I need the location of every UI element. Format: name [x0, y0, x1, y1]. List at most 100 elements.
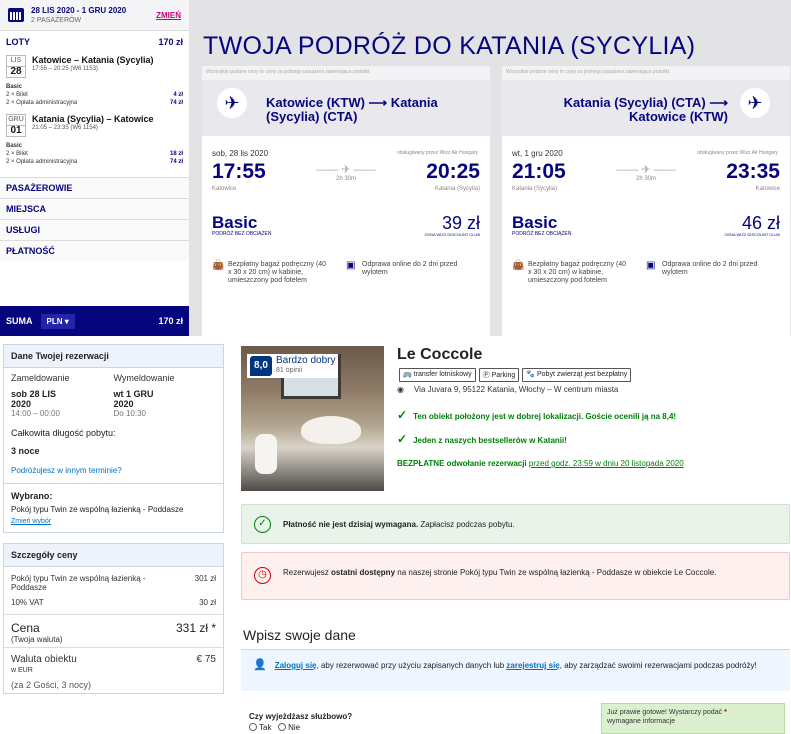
plane-icon: —— ✈ —— [616, 163, 676, 176]
fare-features: 👜 Bezpłatny bagaż podręczny (40 x 30 x 20… [202, 261, 490, 285]
currency-select[interactable]: PLN ▾ [40, 313, 75, 329]
trip-summary-sidebar: 28 LIS 2020 - 1 GRU 2020 2 PASAŻERÓW ZMI… [0, 0, 189, 336]
flights-label: LOTY [6, 37, 30, 47]
payment-info-banner: ✓ Płatność nie jest dzisiaj wymagana. Za… [241, 504, 790, 544]
section-payment[interactable]: PŁATNOŚĆ [0, 240, 189, 261]
wizzair-panel: 28 LIS 2020 - 1 GRU 2020 2 PASAŻERÓW ZMI… [0, 0, 791, 336]
pay-bold: Płatność nie jest dzisiaj wymagana. [283, 519, 419, 529]
free-cancel-until[interactable]: przed godz. 23:59 w dniu 20 listopada 20… [529, 459, 684, 468]
price-row-label: Pokój typu Twin ze wspólną łazienką - Po… [11, 574, 146, 592]
to-city: Katowice [755, 186, 780, 192]
price-row-value: 301 zł [194, 574, 216, 583]
trip-dates: 28 LIS 2020 - 1 GRU 2020 [31, 5, 127, 15]
card-head: Katania (Sycylia) (CTA) ⟶ Katowice (KTW)… [502, 80, 790, 136]
times-row: 21:05 —— ✈ —— 2h 30m 23:35 [502, 158, 790, 186]
pax-count: 2 PASAŻERÓW [31, 16, 82, 24]
fare-row[interactable]: Basic PODRÓŻ BEZ OBCIĄŻEŃ 39 zł CENA WIZZ … [202, 214, 490, 237]
fare-name: Basic [6, 143, 23, 149]
card-route: Katania (Sycylia) (CTA) ⟶ Katowice (KTW) [563, 95, 728, 124]
section-services[interactable]: USŁUGI [0, 219, 189, 240]
length-value: 3 noce [11, 446, 40, 456]
price-sub: CENA WIZZ DISCOUNT CLUB [424, 232, 481, 237]
score-label: Bardzo dobry [276, 355, 336, 366]
tag-pets: 🐾 Pobyt zwierząt jest bezpłatny [522, 368, 632, 382]
change-choice-link[interactable]: Zmień wybór [4, 516, 223, 527]
calendar-icon [8, 8, 24, 22]
flight-card-return[interactable]: Wszystkie podane ceny to ceny za jednego… [502, 66, 790, 336]
bag-icon: 👜 [212, 260, 225, 271]
fare-row[interactable]: Basic PODRÓŻ BEZ OBCIĄŻEŃ 46 zł CENA WIZZ … [502, 214, 790, 237]
checkout-date: wt 1 GRU 2020 [113, 389, 154, 409]
price-label: Cena [11, 621, 40, 635]
warn-bold: ostatni dostępny [331, 568, 396, 577]
user-icon: 👤 [253, 659, 267, 671]
score-badge: 8,0 [250, 356, 272, 376]
trip-header: 28 LIS 2020 - 1 GRU 2020 2 PASAŻERÓW ZMI… [0, 0, 189, 31]
free-cancellation: BEZPŁATNE odwołanie rezerwacji przed god… [397, 459, 684, 468]
flights-row: LOTY 170 zł [0, 31, 189, 53]
flights-total: 170 zł [158, 37, 183, 47]
flight-time: 21:05 – 23:35 (W6 1154) [32, 125, 98, 131]
departure-time: 17:55 [212, 160, 266, 183]
flight-time: 17:55 – 20:25 (W6 1153) [32, 66, 98, 72]
fare-features: 👜 Bezpłatny bagaż podręczny (40 x 30 x 20… [502, 261, 790, 285]
duration: 2h 30m [635, 175, 656, 182]
sum-total: 170 zł [158, 316, 183, 326]
fare-name: Basic [212, 213, 258, 232]
sum-label: SUMA [6, 316, 33, 326]
flight-route: Katania (Sycylia) – Katowice [32, 114, 154, 124]
radio-no[interactable]: Nie [278, 723, 300, 732]
hotel-address: ◉ Via Juvara 9, 95122 Katania, Włochy – W… [397, 385, 619, 394]
hotel-photo[interactable]: 8,0 Bardzo dobry 81 opinii [241, 346, 384, 491]
date-badge: GRU 01 [6, 114, 26, 137]
location-pin-icon: ◉ [397, 385, 404, 394]
fare-price: 39 zł [441, 213, 480, 233]
free-cancel-label: BEZPŁATNE odwołanie rezerwacji [397, 459, 527, 468]
change-trip-link[interactable]: ZMIEŃ [156, 11, 181, 20]
chosen-room: Pokój typu Twin ze wspólną łazienką - Po… [11, 505, 184, 514]
login-link[interactable]: Zaloguj się [275, 661, 317, 670]
chosen-label: Wybrano: [11, 491, 53, 501]
flight-return-lines: Basic 2 × Bilet 18 zł 2 × Opłata administ… [6, 143, 183, 165]
review-count: 81 opinii [276, 367, 303, 374]
almost-done-box: Już prawie gotowe! Wystarczy podać * wyma… [601, 703, 785, 734]
checkin-text: Odprawa online do 2 dni przed wylotem [662, 261, 758, 276]
card-head: ✈ Katowice (KTW) ⟶ Katania (Sycylia) (CT… [202, 80, 490, 136]
checkout-label: Wymeldowanie [113, 373, 175, 383]
flight-card-outbound[interactable]: Wszystkie podane ceny to ceny za jednego… [202, 66, 490, 336]
fare-sub: PODRÓŻ BEZ OBCIĄŻEŃ [212, 231, 272, 237]
booking-panel: Dane Twojej rezerwacji Zameldowanie sob … [0, 336, 791, 734]
checkin-icon: ▣ [346, 260, 356, 271]
to-city: Katania (Sycylia) [434, 186, 480, 192]
plane-icon: ✈ [217, 88, 247, 118]
tag-airport-transfer: 🚌 transfer lotniskowy [399, 368, 476, 382]
pay-rest: Zapłacisz podczas pobytu. [418, 519, 515, 529]
price-details: Szczegóły ceny Pokój typu Twin ze wspóln… [3, 543, 224, 694]
booking-sidebar: Dane Twojej rezerwacji Zameldowanie sob … [3, 344, 224, 694]
checkin-icon: ▣ [646, 260, 656, 271]
bag-text: Bezpłatny bagaż podręczny (40 x 30 x 20 … [228, 261, 327, 284]
checkout-time: Do 10:30 [113, 409, 146, 418]
review-score: 8,0 Bardzo dobry 81 opinii [247, 354, 339, 378]
flight-return: GRU 01 Katania (Sycylia) – Katowice 21:05… [0, 112, 189, 139]
checkin-time: 14:00 – 00:00 [11, 409, 60, 418]
clock-icon: ◷ [254, 567, 271, 584]
departure-time: 21:05 [512, 160, 566, 183]
last-available-banner: ◷ Rezerwujesz ostatni dostępny na naszej… [241, 552, 790, 600]
checkin-date: sob 28 LIS 2020 [11, 389, 57, 409]
property-currency-label: Waluta obiektu [11, 654, 77, 665]
register-link[interactable]: zarejestruj się [506, 661, 559, 670]
bag-icon: 👜 [512, 260, 525, 271]
from-city: Katania (Sycylia) [512, 186, 558, 192]
other-dates-link[interactable]: Podróżujesz w innym terminie? [4, 464, 223, 477]
flight-route: Katowice – Katania (Sycylia) [32, 55, 154, 65]
flight-outbound-lines: Basic 2 × Bilet 4 zł 2 × Opłata administr… [6, 84, 183, 106]
check-circle-icon: ✓ [254, 515, 271, 533]
signin-banner: 👤 Zaloguj się, aby rezerwować przy użyci… [241, 649, 790, 691]
section-seats[interactable]: MIEJSCA [0, 198, 189, 219]
arrival-time: 20:25 [426, 160, 480, 183]
bag-text: Bezpłatny bagaż podręczny (40 x 30 x 20 … [528, 261, 627, 284]
from-city: Katowice [212, 186, 237, 192]
radio-yes[interactable]: Tak [249, 723, 271, 732]
section-passengers[interactable]: PASAŻEROWIE [0, 177, 189, 198]
